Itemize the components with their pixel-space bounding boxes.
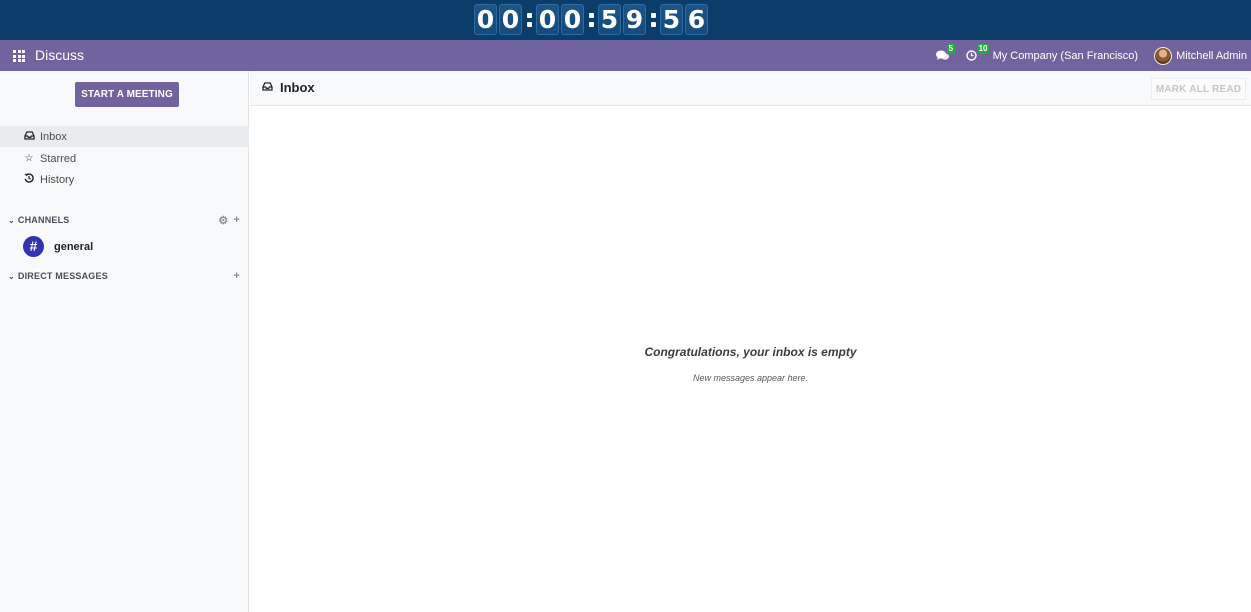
channels-header: CHANNELS — [17, 215, 70, 225]
channel-hash-icon: # — [23, 236, 44, 257]
sidebar-item-inbox[interactable]: Inbox — [0, 126, 249, 147]
app-name[interactable]: Discuss — [35, 47, 84, 64]
sidebar-item-label: Starred — [40, 152, 77, 165]
user-avatar[interactable] — [1154, 46, 1173, 65]
timer-digit: 0 — [499, 4, 522, 35]
inbox-icon — [22, 130, 36, 143]
timer-separator — [524, 4, 536, 35]
user-menu[interactable]: Mitchell Admin — [1176, 50, 1247, 62]
timer-digit: 0 — [561, 4, 584, 35]
channel-item-general[interactable]: # general — [23, 236, 93, 257]
direct-messages-category[interactable]: ⌄ DIRECT MESSAGES + — [8, 268, 240, 284]
add-chat-icon[interactable]: + — [233, 270, 240, 282]
timer-digit: 5 — [660, 4, 683, 35]
history-icon — [22, 173, 36, 186]
countdown-timer: 0 0 0 0 5 9 5 6 — [474, 4, 710, 35]
chevron-down-icon: ⌄ — [8, 215, 15, 225]
timer-separator — [648, 4, 660, 35]
company-switcher[interactable]: My Company (San Francisco) — [993, 50, 1139, 62]
channel-name: general — [54, 240, 94, 253]
start-meeting-button[interactable]: START A MEETING — [75, 82, 179, 107]
timer-digit: 0 — [474, 4, 497, 35]
timer-digit: 0 — [536, 4, 559, 35]
countdown-banner: 0 0 0 0 5 9 5 6 — [0, 0, 1251, 40]
sidebar-item-label: History — [40, 173, 75, 186]
thread-header: Inbox MARK ALL READ — [250, 71, 1251, 106]
star-icon: ☆ — [24, 153, 34, 164]
top-navbar: Discuss 5 10 My Company (San Francisco) … — [0, 40, 1251, 71]
direct-messages-header: DIRECT MESSAGES — [17, 271, 108, 281]
sidebar-item-starred[interactable]: ☆ Starred — [0, 148, 249, 169]
sidebar-item-history[interactable]: History — [0, 169, 249, 190]
activity-menu[interactable]: 10 — [965, 40, 990, 71]
discuss-sidebar: START A MEETING Inbox ☆ Starred History … — [0, 71, 249, 612]
thread-title: Inbox — [280, 80, 315, 95]
empty-inbox-title: Congratulations, your inbox is empty — [644, 345, 857, 359]
timer-digit: 9 — [623, 4, 646, 35]
sidebar-item-label: Inbox — [40, 130, 67, 143]
clock-icon — [965, 50, 977, 61]
mark-all-read-button[interactable]: MARK ALL READ — [1151, 78, 1246, 100]
timer-separator — [586, 4, 598, 35]
messages-count-badge: 5 — [946, 44, 956, 54]
timer-digit: 5 — [598, 4, 621, 35]
app-menu-icon[interactable] — [13, 50, 25, 62]
timer-digit: 6 — [685, 4, 708, 35]
activities-count-badge: 10 — [976, 44, 990, 54]
channels-category[interactable]: ⌄ CHANNELS ⚙ + — [8, 212, 240, 228]
gear-icon[interactable]: ⚙ — [218, 214, 228, 227]
add-channel-icon[interactable]: + — [233, 214, 240, 227]
thread-view: Inbox MARK ALL READ Congratulations, you… — [250, 71, 1251, 612]
empty-inbox-subtitle: New messages appear here. — [692, 373, 809, 383]
messaging-menu[interactable]: 5 — [935, 40, 956, 71]
inbox-icon — [262, 82, 273, 94]
chevron-down-icon: ⌄ — [8, 271, 15, 281]
